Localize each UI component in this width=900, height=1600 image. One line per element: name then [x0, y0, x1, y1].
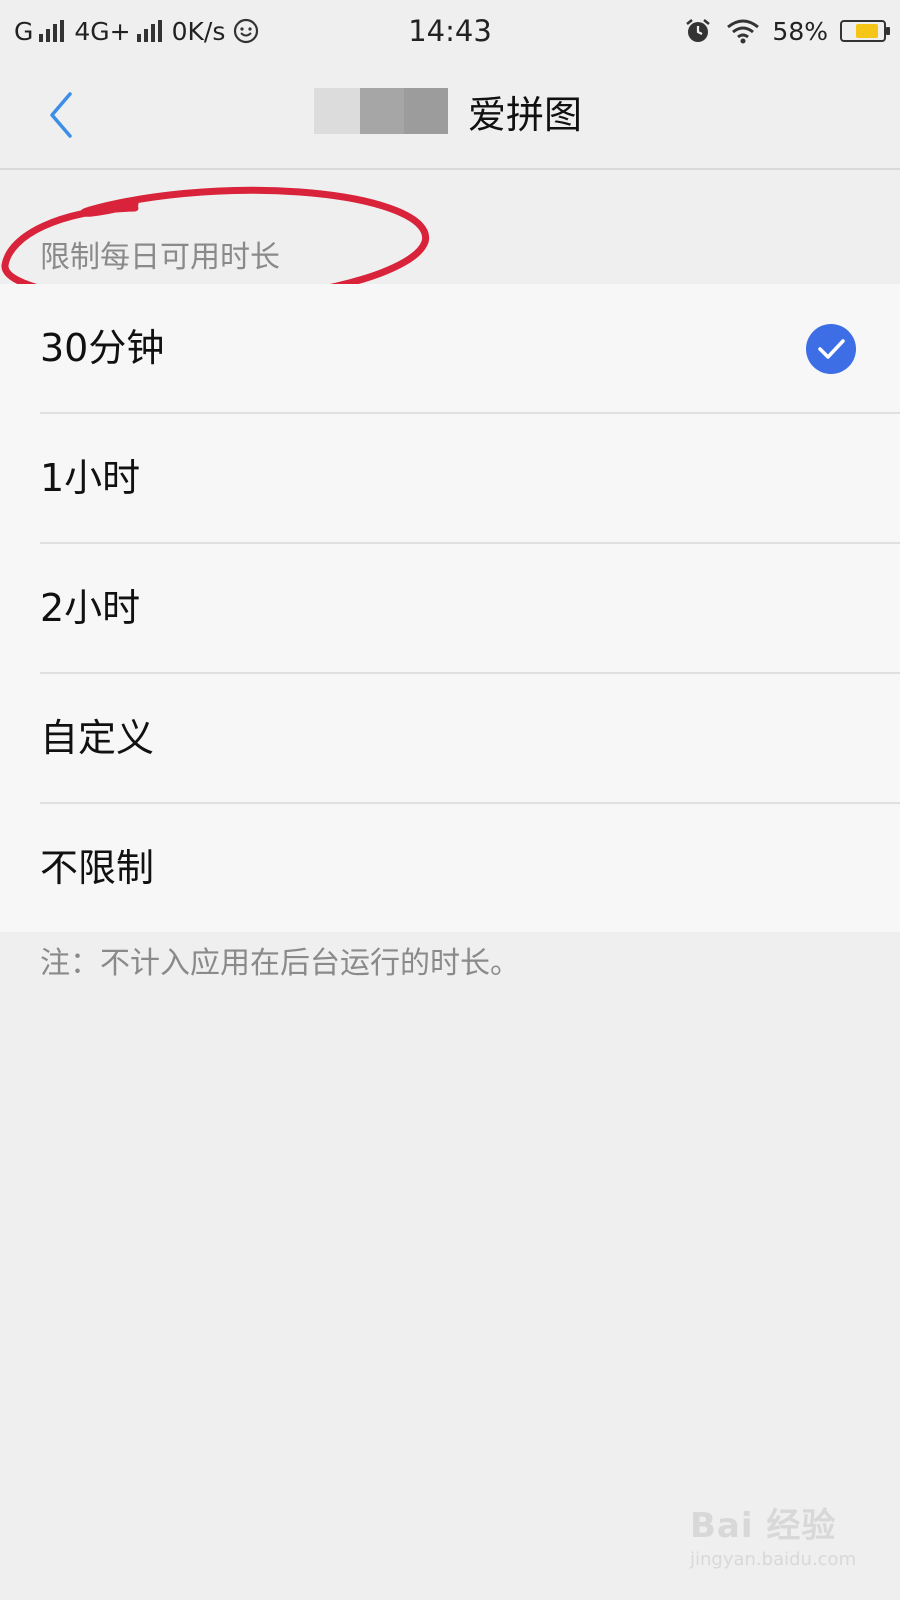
option-1hour[interactable]: 1小时 — [40, 412, 900, 542]
battery-icon — [840, 20, 890, 42]
battery-percent: 58% — [772, 16, 828, 46]
option-label: 2小时 — [40, 586, 141, 630]
option-custom[interactable]: 自定义 — [40, 672, 900, 802]
nav-bar: 爱拼图 — [0, 62, 900, 170]
status-right: 58% — [684, 0, 890, 62]
option-unlimited[interactable]: 不限制 — [40, 802, 900, 932]
alarm-icon — [686, 19, 711, 42]
option-2hour[interactable]: 2小时 — [40, 542, 900, 672]
page-title: 爱拼图 — [467, 93, 582, 137]
option-label: 1小时 — [40, 456, 141, 500]
watermark: Bai 经验 jingyan.baidu.com — [690, 1498, 856, 1570]
check-icon — [806, 324, 856, 374]
status-bar: G 4G+ 0K/s 14:43 58% — [0, 0, 900, 62]
option-30min[interactable]: 30分钟 — [40, 284, 900, 412]
watermark-url: jingyan.baidu.com — [690, 1549, 857, 1570]
options-list: 30分钟 1小时 2小时 自定义 不限制 — [0, 284, 900, 932]
footnote: 注：不计入应用在后台运行的时长。 — [40, 946, 520, 981]
watermark-logo: Bai 经验 — [690, 1506, 837, 1546]
option-label: 不限制 — [40, 846, 155, 890]
option-label: 自定义 — [40, 716, 155, 760]
wifi-icon — [727, 19, 760, 44]
section-header: 限制每日可用时长 — [40, 240, 280, 275]
option-label: 30分钟 — [40, 326, 165, 370]
